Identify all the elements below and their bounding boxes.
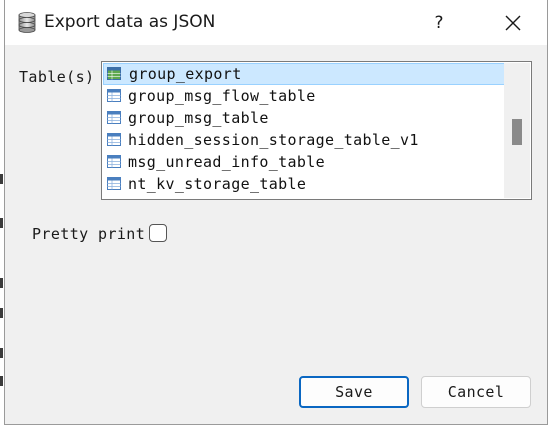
list-item-msg-unread-info-table[interactable]: msg_unread_info_table: [103, 151, 505, 173]
pretty-print-checkbox[interactable]: [149, 224, 167, 242]
list-item-label: group_msg_flow_table: [128, 87, 316, 105]
list-item-group-export[interactable]: group_export: [103, 63, 505, 85]
table-icon: [107, 177, 121, 190]
cancel-button[interactable]: Cancel: [421, 376, 531, 408]
close-icon[interactable]: [491, 6, 535, 40]
list-item-group-msg-flow-table[interactable]: group_msg_flow_table: [103, 85, 505, 107]
table-icon: [107, 133, 121, 146]
list-item-hidden-session-storage-table-v1[interactable]: hidden_session_storage_table_v1: [103, 129, 505, 151]
list-item-label: group_msg_table: [128, 109, 269, 127]
table-icon: [107, 155, 121, 168]
list-item-label: msg_unread_info_table: [128, 153, 325, 171]
tables-list: group_export group_msg_flow_table group_…: [103, 63, 505, 195]
list-item-label: group_export: [129, 65, 242, 83]
tables-listbox[interactable]: group_export group_msg_flow_table group_…: [101, 61, 532, 200]
dialog-body: Table(s) group_export group_msg_flow_tab…: [5, 45, 547, 423]
export-json-dialog: Export data as JSON ? Table(s) group_exp…: [4, 0, 548, 425]
list-item-nt-kv-storage-table[interactable]: nt_kv_storage_table: [103, 173, 505, 195]
dialog-title: Export data as JSON: [44, 12, 216, 32]
help-button[interactable]: ?: [419, 6, 459, 40]
database-icon: [18, 12, 36, 33]
list-item-group-msg-table[interactable]: group_msg_table: [103, 107, 505, 129]
table-icon: [107, 111, 121, 124]
title-bar: Export data as JSON ?: [5, 0, 547, 45]
list-item-label: hidden_session_storage_table_v1: [128, 131, 419, 149]
table-icon: [107, 67, 121, 80]
save-button[interactable]: Save: [299, 376, 409, 408]
scrollbar-thumb[interactable]: [512, 119, 522, 145]
listbox-scrollbar[interactable]: [504, 63, 530, 198]
list-item-label: nt_kv_storage_table: [128, 175, 307, 193]
table-icon: [107, 89, 121, 102]
tables-label: Table(s): [19, 68, 95, 86]
pretty-print-label: Pretty print: [32, 225, 146, 243]
